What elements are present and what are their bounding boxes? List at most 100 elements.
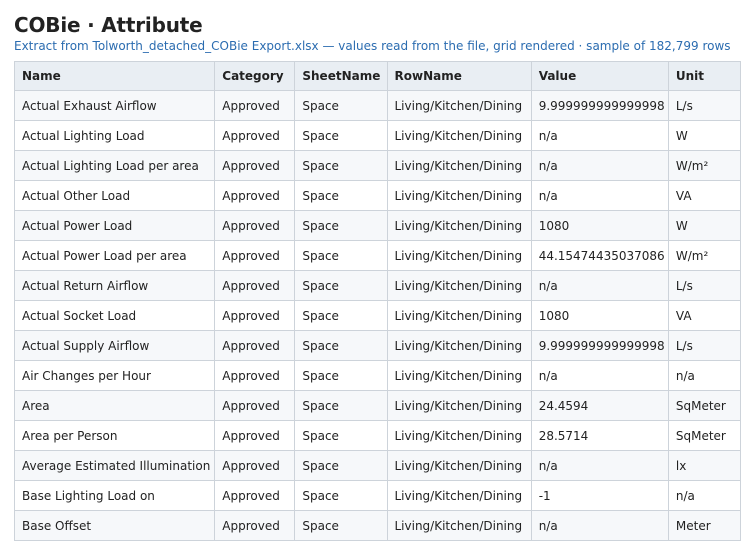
table-row: Actual Lighting Load per area Approved Spa… [13,150,742,181]
cell-category: Approved [214,480,296,511]
cell-unit: L/s [667,90,742,121]
column-header-value: Value [530,61,669,91]
cell-rowname: Living/Kitchen/Dining [386,210,532,241]
cell-value: 44.15474435037086 [530,240,669,271]
cell-sheetname: Space [294,90,388,121]
column-header-category: Category [214,61,296,91]
cell-category: Approved [214,180,296,211]
cell-name: Actual Socket Load [13,300,216,331]
table-row: Base Lighting Load on Approved Space Living… [13,480,742,511]
cell-unit: W/m² [667,150,742,181]
cell-unit: SqMeter [667,420,742,451]
cell-category: Approved [214,120,296,151]
cell-name: Average Estimated Illumination [13,450,216,481]
cell-value: n/a [530,450,669,481]
cell-name: Actual Other Load [13,180,216,211]
cell-name: Actual Supply Airflow [13,330,216,361]
cell-value: 9.999999999999998 [530,330,669,361]
cell-value: -1 [530,480,669,511]
cell-rowname: Living/Kitchen/Dining [386,330,532,361]
cell-sheetname: Space [294,420,388,451]
cell-rowname: Living/Kitchen/Dining [386,90,532,121]
cell-sheetname: Space [294,150,388,181]
table-body: Actual Exhaust Airflow Approved Space Livin… [13,90,742,541]
cell-category: Approved [214,210,296,241]
cell-sheetname: Space [294,390,388,421]
cell-sheetname: Space [294,510,388,541]
cell-unit: W/m² [667,240,742,271]
cell-category: Approved [214,270,296,301]
table-row: Area Approved Space Living/Kitchen/Dining 24… [13,390,742,421]
cell-rowname: Living/Kitchen/Dining [386,510,532,541]
cell-value: n/a [530,510,669,541]
cell-category: Approved [214,90,296,121]
cell-name: Actual Power Load [13,210,216,241]
cell-category: Approved [214,330,296,361]
cell-rowname: Living/Kitchen/Dining [386,240,532,271]
column-header-rowname: RowName [386,61,532,91]
table-row: Actual Other Load Approved Space Living/Kit… [13,180,742,211]
cell-name: Actual Lighting Load [13,120,216,151]
cell-sheetname: Space [294,330,388,361]
cell-unit: Meter [667,510,742,541]
page-title: COBie · Attribute [14,13,203,37]
cell-sheetname: Space [294,240,388,271]
table-row: Average Estimated Illumination Approved Sp… [13,450,742,481]
table-row: Area per Person Approved Space Living/Kitch… [13,420,742,451]
cell-value: n/a [530,180,669,211]
cell-name: Base Lighting Load on [13,480,216,511]
cell-name: Air Changes per Hour [13,360,216,391]
cell-name: Actual Return Airflow [13,270,216,301]
cell-name: Actual Exhaust Airflow [13,90,216,121]
cell-category: Approved [214,240,296,271]
cell-unit: W [667,210,742,241]
table-row: Base Offset Approved Space Living/Kitchen/D… [13,510,742,541]
cell-unit: L/s [667,330,742,361]
attribute-table: Name Category SheetName RowName Value Un… [13,61,742,541]
cell-value: 24.4594 [530,390,669,421]
cell-unit: W [667,120,742,151]
table-row: Actual Power Load Approved Space Living/Kit… [13,210,742,241]
table-row: Actual Socket Load Approved Space Living/Ki… [13,300,742,331]
cell-rowname: Living/Kitchen/Dining [386,180,532,211]
cell-value: 9.999999999999998 [530,90,669,121]
table-header-row: Name Category SheetName RowName Value Un… [13,61,742,91]
page-subtitle: Extract from Tolworth_detached_COBie Exp… [14,39,731,53]
table-row: Actual Power Load per area Approved Space L… [13,240,742,271]
cell-value: n/a [530,120,669,151]
table-row: Air Changes per Hour Approved Space Living/… [13,360,742,391]
cell-sheetname: Space [294,480,388,511]
cell-rowname: Living/Kitchen/Dining [386,450,532,481]
cell-rowname: Living/Kitchen/Dining [386,300,532,331]
cell-sheetname: Space [294,210,388,241]
cell-category: Approved [214,150,296,181]
cell-sheetname: Space [294,270,388,301]
table-row: Actual Exhaust Airflow Approved Space Livin… [13,90,742,121]
cell-rowname: Living/Kitchen/Dining [386,150,532,181]
cell-sheetname: Space [294,180,388,211]
cell-sheetname: Space [294,360,388,391]
cell-sheetname: Space [294,450,388,481]
column-header-name: Name [13,61,216,91]
cell-value: 28.5714 [530,420,669,451]
cell-rowname: Living/Kitchen/Dining [386,390,532,421]
cell-rowname: Living/Kitchen/Dining [386,120,532,151]
cell-unit: SqMeter [667,390,742,421]
cell-sheetname: Space [294,120,388,151]
table-row: Actual Supply Airflow Approved Space Living… [13,330,742,361]
cell-unit: n/a [667,360,742,391]
cell-sheetname: Space [294,300,388,331]
table-row: Actual Lighting Load Approved Space Living/… [13,120,742,151]
cell-category: Approved [214,450,296,481]
cell-unit: VA [667,300,742,331]
document: COBie · Attribute Extract from Tolworth_… [13,12,742,541]
cell-name: Area per Person [13,420,216,451]
column-header-unit: Unit [667,61,742,91]
cell-unit: lx [667,450,742,481]
cell-name: Actual Power Load per area [13,240,216,271]
cell-value: 1080 [530,300,669,331]
cell-category: Approved [214,420,296,451]
cell-unit: n/a [667,480,742,511]
cell-name: Area [13,390,216,421]
table-row: Actual Return Airflow Approved Space Living… [13,270,742,301]
